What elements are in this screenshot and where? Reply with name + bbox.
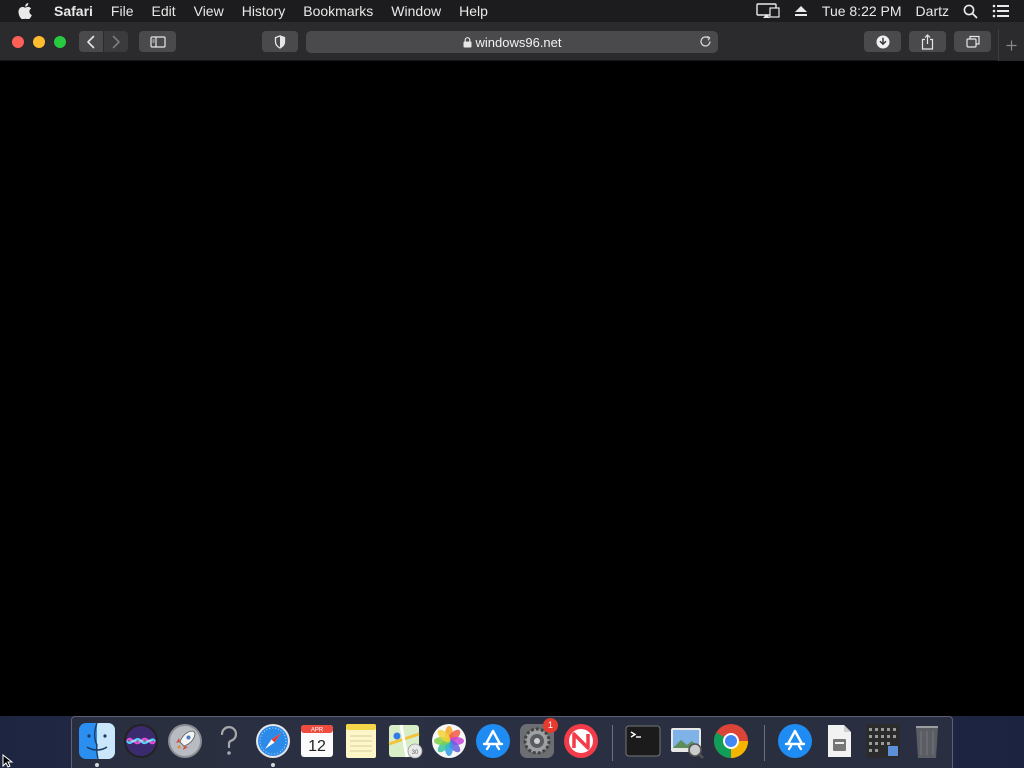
dock-terminal[interactable] — [624, 722, 662, 760]
calendar-month: APR — [311, 728, 324, 734]
menu-bookmarks[interactable]: Bookmarks — [294, 0, 382, 22]
downloads-button[interactable] — [864, 31, 901, 52]
preview-icon — [671, 728, 704, 759]
question-mark-icon — [220, 726, 238, 755]
forward-button[interactable] — [104, 31, 128, 52]
calendar-day: 12 — [308, 738, 326, 755]
airplay-display-icon[interactable] — [756, 3, 780, 19]
window-minimize-button[interactable] — [33, 36, 45, 48]
dock-trash[interactable] — [908, 722, 946, 760]
window-close-button[interactable] — [12, 36, 24, 48]
maps-icon: 30 — [388, 724, 423, 759]
web-content-area[interactable] — [0, 61, 1024, 716]
chevron-right-icon — [112, 35, 120, 48]
dock-notes[interactable] — [342, 722, 380, 760]
finder-icon — [79, 722, 115, 760]
document-icon — [828, 725, 851, 757]
dock-safari[interactable] — [254, 722, 292, 760]
dock-photos[interactable] — [430, 722, 468, 760]
share-button[interactable] — [909, 31, 946, 52]
app-store-icon — [778, 724, 812, 758]
dock-news[interactable] — [562, 722, 600, 760]
dock-preview[interactable] — [668, 722, 706, 760]
dock-finder[interactable] — [78, 722, 116, 760]
mouse-cursor-icon — [2, 754, 14, 768]
apple-menu-icon[interactable] — [18, 3, 38, 19]
news-icon — [564, 724, 598, 758]
trash-icon — [916, 726, 938, 758]
sidebar-icon — [149, 35, 166, 48]
menu-view[interactable]: View — [185, 0, 233, 22]
calendar-icon: APR 12 — [301, 725, 333, 757]
tabs-overview-icon — [965, 35, 980, 48]
eject-icon[interactable] — [794, 5, 808, 17]
safari-running-indicator — [271, 763, 275, 767]
dock-system-preferences[interactable]: 1 — [518, 718, 558, 760]
download-icon — [876, 35, 889, 48]
dock-app-store[interactable] — [474, 722, 512, 760]
chevron-left-icon — [87, 35, 95, 48]
dock-google-chrome[interactable] — [712, 722, 750, 760]
spotlight-search-icon[interactable] — [963, 4, 978, 19]
menu-edit[interactable]: Edit — [142, 0, 184, 22]
dock-separator — [612, 725, 613, 761]
notification-badge: 1 — [543, 718, 558, 733]
dock-app-store-folder[interactable] — [776, 722, 814, 760]
menu-window[interactable]: Window — [382, 0, 450, 22]
back-button[interactable] — [79, 31, 103, 52]
plus-icon — [1006, 40, 1017, 50]
safari-toolbar: windows96.net — [0, 22, 1024, 61]
dock-document[interactable] — [820, 722, 858, 760]
address-bar-url: windows96.net — [475, 34, 562, 50]
show-sidebar-button[interactable] — [139, 31, 176, 52]
photos-flower-icon — [432, 724, 466, 758]
share-icon — [921, 33, 934, 50]
notes-icon — [346, 724, 376, 758]
dock-launchpad[interactable] — [166, 722, 204, 760]
app-store-icon — [476, 724, 510, 758]
screenshot-grid-icon — [866, 724, 900, 758]
svg-text:30: 30 — [412, 750, 419, 756]
dock-screenshot[interactable] — [864, 722, 902, 760]
show-tabs-button[interactable] — [954, 31, 991, 52]
reload-icon[interactable] — [699, 35, 712, 48]
dock-help[interactable] — [210, 722, 248, 760]
menu-history[interactable]: History — [233, 0, 295, 22]
terminal-icon — [625, 725, 661, 757]
notification-center-icon[interactable] — [992, 4, 1010, 18]
finder-running-indicator — [95, 763, 99, 767]
dock-calendar[interactable]: APR 12 — [298, 722, 336, 760]
menu-user-name[interactable]: Dartz — [916, 3, 949, 19]
dock-siri[interactable] — [122, 722, 160, 760]
address-bar[interactable]: windows96.net — [306, 31, 718, 53]
safari-compass-icon — [256, 724, 290, 758]
new-tab-button[interactable] — [998, 29, 1024, 61]
status-menus: Tue 8:22 PM Dartz — [756, 0, 1024, 22]
shield-icon — [274, 34, 286, 49]
menu-file[interactable]: File — [102, 0, 143, 22]
window-zoom-button[interactable] — [54, 36, 66, 48]
dock-separator — [764, 725, 765, 761]
menu-app-safari[interactable]: Safari — [54, 0, 102, 22]
chrome-icon — [714, 724, 748, 758]
dock: APR 12 30 1 — [71, 716, 953, 768]
dock-maps[interactable]: 30 — [386, 722, 424, 760]
menu-bar: Safari File Edit View History Bookmarks … — [0, 0, 1024, 22]
launchpad-rocket-icon — [168, 724, 202, 758]
siri-icon — [124, 724, 158, 758]
privacy-report-button[interactable] — [262, 31, 298, 52]
lock-icon — [463, 36, 472, 48]
menu-clock[interactable]: Tue 8:22 PM — [822, 3, 902, 19]
menu-help[interactable]: Help — [450, 0, 497, 22]
